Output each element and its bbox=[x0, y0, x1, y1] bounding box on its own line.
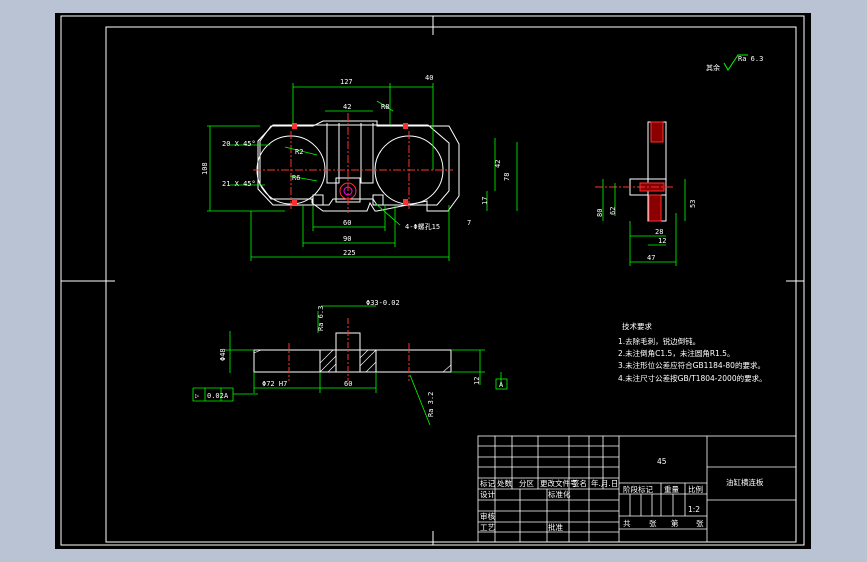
side-dim-47: 47 bbox=[647, 254, 655, 262]
dim-r8: R8 bbox=[381, 103, 389, 111]
cad-drawing: 其余 Ra 6.3 127 40 42 R8 20 X 45° 21 X 45°… bbox=[60, 15, 805, 546]
inner-frame bbox=[105, 26, 797, 543]
title-block-text: 45 油缸横连板 标记 处数 分区 更改文件号 签名 年.月.日 设计 标准化 … bbox=[480, 457, 764, 532]
dim-17: 17 bbox=[481, 197, 489, 205]
tolerance-value: 0.02 bbox=[207, 392, 224, 400]
surface-finish-symbol: 其余 Ra 6.3 bbox=[706, 54, 763, 72]
note-4: 4.未注尺寸公差按GB/T1804-2000的要求。 bbox=[618, 373, 767, 383]
tb-zone: 分区 bbox=[519, 479, 534, 488]
dim-127: 127 bbox=[340, 78, 353, 86]
dim-225: 225 bbox=[343, 249, 356, 257]
tb-design: 设计 bbox=[480, 489, 495, 499]
notes-title: 技术要求 bbox=[622, 321, 652, 331]
dim-108: 108 bbox=[201, 162, 209, 175]
tb-signature: 签名 bbox=[572, 478, 587, 488]
tb-standardize: 标准化 bbox=[548, 489, 571, 499]
dim-78: 78 bbox=[503, 173, 511, 181]
side-dim-28: 28 bbox=[655, 228, 663, 236]
dim-40: 40 bbox=[425, 74, 433, 82]
note-2: 2.未注倒角C1.5，未注圆角R1.5。 bbox=[618, 348, 734, 358]
tb-approve: 批准 bbox=[548, 522, 563, 532]
side-dim-80: 80 bbox=[596, 209, 604, 217]
cad-viewport[interactable]: 其余 Ra 6.3 127 40 42 R8 20 X 45° 21 X 45°… bbox=[55, 13, 811, 549]
technical-notes: 技术要求 1.去除毛刺，锐边倒钝。 2.未注倒角C1.5，未注圆角R1.5。 3… bbox=[618, 321, 767, 383]
side-dim-53: 53 bbox=[689, 200, 697, 208]
tb-review: 审核 bbox=[480, 511, 495, 521]
tb-total: 共 bbox=[623, 519, 631, 528]
tolerance-datum: A bbox=[224, 392, 229, 400]
tb-process: 工艺 bbox=[480, 523, 495, 532]
chamfer-21: 21 X 45° bbox=[222, 180, 256, 188]
dim-90: 90 bbox=[343, 235, 351, 243]
tb-page: 第 bbox=[671, 518, 679, 528]
tb-sheet-1: 张 bbox=[649, 519, 657, 528]
section-dim-bore: Φ33-0.02 bbox=[366, 299, 400, 307]
side-dim-12: 12 bbox=[658, 237, 666, 245]
dim-r2: R2 bbox=[295, 148, 303, 156]
tb-mark: 标记 bbox=[480, 478, 495, 488]
holes-note: 4-Φ螺孔15 bbox=[405, 222, 440, 231]
section-dim-phi72: Φ72 H7 bbox=[262, 380, 287, 388]
section-dim-60: 60 bbox=[344, 380, 352, 388]
section-view: Φ33-0.02 Ra 6.3 Φ48 Φ72 H7 60 Ra 3.2 12 … bbox=[192, 299, 508, 426]
tb-date: 年.月.日 bbox=[591, 478, 618, 488]
section-ra-top: Ra 6.3 bbox=[317, 306, 325, 331]
tb-weight: 重量 bbox=[664, 485, 679, 494]
side-view: 80 62 53 28 12 47 bbox=[595, 121, 697, 266]
tb-material: 45 bbox=[657, 457, 667, 466]
tb-scale: 比例 bbox=[688, 484, 703, 494]
surface-finish-prefix: 其余 bbox=[706, 63, 720, 72]
dim-r6: R6 bbox=[292, 174, 300, 182]
section-dim-12: 12 bbox=[473, 377, 481, 385]
tb-part-name: 油缸横连板 bbox=[726, 477, 764, 487]
chamfer-20: 20 X 45° bbox=[222, 140, 256, 148]
side-dim-62: 62 bbox=[609, 207, 617, 215]
outer-frame bbox=[60, 15, 805, 546]
tb-count: 处数 bbox=[497, 478, 512, 488]
surface-finish-value: Ra 6.3 bbox=[738, 55, 763, 63]
note-1: 1.去除毛刺，锐边倒钝。 bbox=[618, 336, 700, 346]
tb-stage-mark: 阶段标记 bbox=[623, 484, 653, 494]
note-3: 3.未注形位公差应符合GB1184-80的要求。 bbox=[618, 360, 765, 370]
section-dim-phi48: Φ48 bbox=[219, 348, 227, 361]
tolerance-symbol: ▷ bbox=[195, 392, 200, 400]
dim-60: 60 bbox=[343, 219, 351, 227]
section-ra-bottom: Ra 3.2 bbox=[427, 392, 435, 417]
dim-42-top: 42 bbox=[343, 103, 351, 111]
tb-sheet-2: 张 bbox=[696, 519, 704, 528]
front-view: 127 40 42 R8 20 X 45° 21 X 45° 108 R2 R6… bbox=[201, 74, 518, 261]
tb-scale-value: 1:2 bbox=[688, 505, 700, 514]
datum-a: A bbox=[499, 381, 504, 389]
dim-7: 7 bbox=[467, 219, 471, 227]
dim-42-right: 42 bbox=[494, 160, 502, 168]
